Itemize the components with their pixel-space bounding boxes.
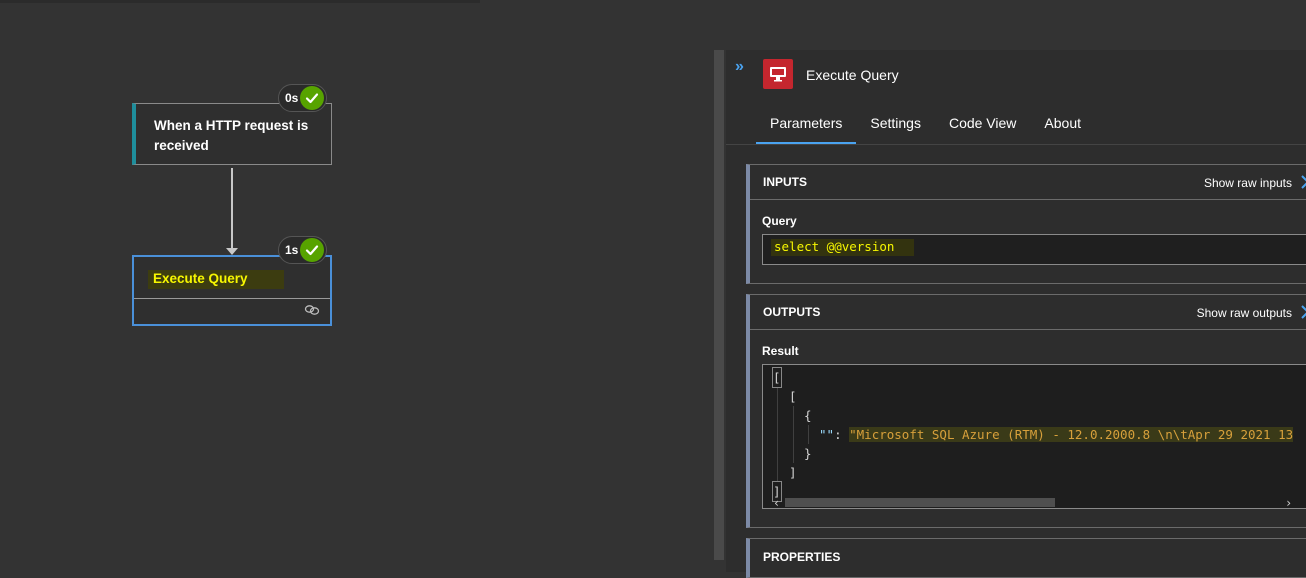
flow-connector-arrow-icon: [226, 248, 238, 255]
panel-title: Execute Query: [806, 67, 899, 83]
show-raw-outputs-link[interactable]: Show raw outputs: [1197, 306, 1292, 320]
trigger-title: When a HTTP request is received: [154, 118, 309, 153]
success-check-icon: [300, 238, 325, 262]
json-line: [: [789, 389, 797, 404]
result-json-viewer[interactable]: [ [ { "": "Microsoft SQL Azure (RTM) - 1…: [762, 364, 1306, 509]
json-line: ]: [789, 465, 797, 480]
chevron-right-icon[interactable]: [1300, 174, 1306, 190]
action-duration: 1s: [285, 243, 299, 257]
horizontal-scrollbar[interactable]: [785, 498, 1055, 507]
top-bar: [0, 0, 480, 3]
json-line: }: [804, 446, 812, 461]
query-field[interactable]: select @@version: [762, 234, 1306, 265]
indent-guide: [808, 425, 809, 444]
indent-guide: [793, 406, 794, 463]
tab-settings[interactable]: Settings: [856, 114, 935, 144]
tab-divider: [726, 144, 1306, 145]
tab-parameters[interactable]: Parameters: [756, 114, 857, 144]
action-title: Execute Query: [148, 270, 284, 289]
action-status-badge: 1s: [278, 236, 328, 264]
details-panel: » Execute Query Parameters Settings Code…: [726, 50, 1306, 578]
success-check-icon: [300, 86, 325, 110]
query-value: select @@version: [771, 239, 915, 256]
trigger-status-badge: 0s: [278, 84, 328, 112]
tab-code-view[interactable]: Code View: [935, 114, 1030, 144]
sql-database-icon: [763, 59, 793, 89]
properties-section[interactable]: PROPERTIES: [746, 538, 1306, 578]
panel-splitter[interactable]: [714, 50, 724, 560]
chevron-right-icon[interactable]: [1300, 304, 1306, 320]
trigger-card-http-request[interactable]: When a HTTP request is received: [132, 103, 332, 165]
json-key: "": [819, 427, 835, 442]
json-line: "": "Microsoft SQL Azure (RTM) - 12.0.20…: [819, 425, 1294, 444]
query-label: Query: [762, 214, 797, 228]
result-label: Result: [762, 344, 799, 358]
outputs-section: OUTPUTS Show raw outputs Result [ [ { ""…: [746, 294, 1306, 528]
tab-about[interactable]: About: [1030, 114, 1095, 144]
link-icon[interactable]: [304, 303, 320, 317]
trigger-duration: 0s: [285, 91, 299, 105]
tab-bar: Parameters Settings Code View About: [756, 114, 1095, 144]
card-divider: [134, 298, 330, 299]
scroll-right-icon[interactable]: ›: [1285, 494, 1292, 508]
json-line: [: [772, 367, 782, 388]
indent-guide: [777, 387, 778, 482]
inputs-section: INPUTS Show raw inputs Query select @@ve…: [746, 164, 1306, 284]
scroll-left-icon[interactable]: ‹: [773, 494, 780, 508]
properties-header: PROPERTIES: [763, 549, 841, 564]
collapse-panel-icon[interactable]: »: [735, 58, 744, 76]
json-line: {: [804, 408, 812, 423]
flow-connector: [231, 168, 233, 250]
show-raw-inputs-link[interactable]: Show raw inputs: [1204, 176, 1292, 190]
json-separator: :: [834, 427, 850, 442]
json-value: "Microsoft SQL Azure (RTM) - 12.0.2000.8…: [849, 427, 1294, 442]
action-card-execute-query[interactable]: Execute Query: [132, 255, 332, 326]
